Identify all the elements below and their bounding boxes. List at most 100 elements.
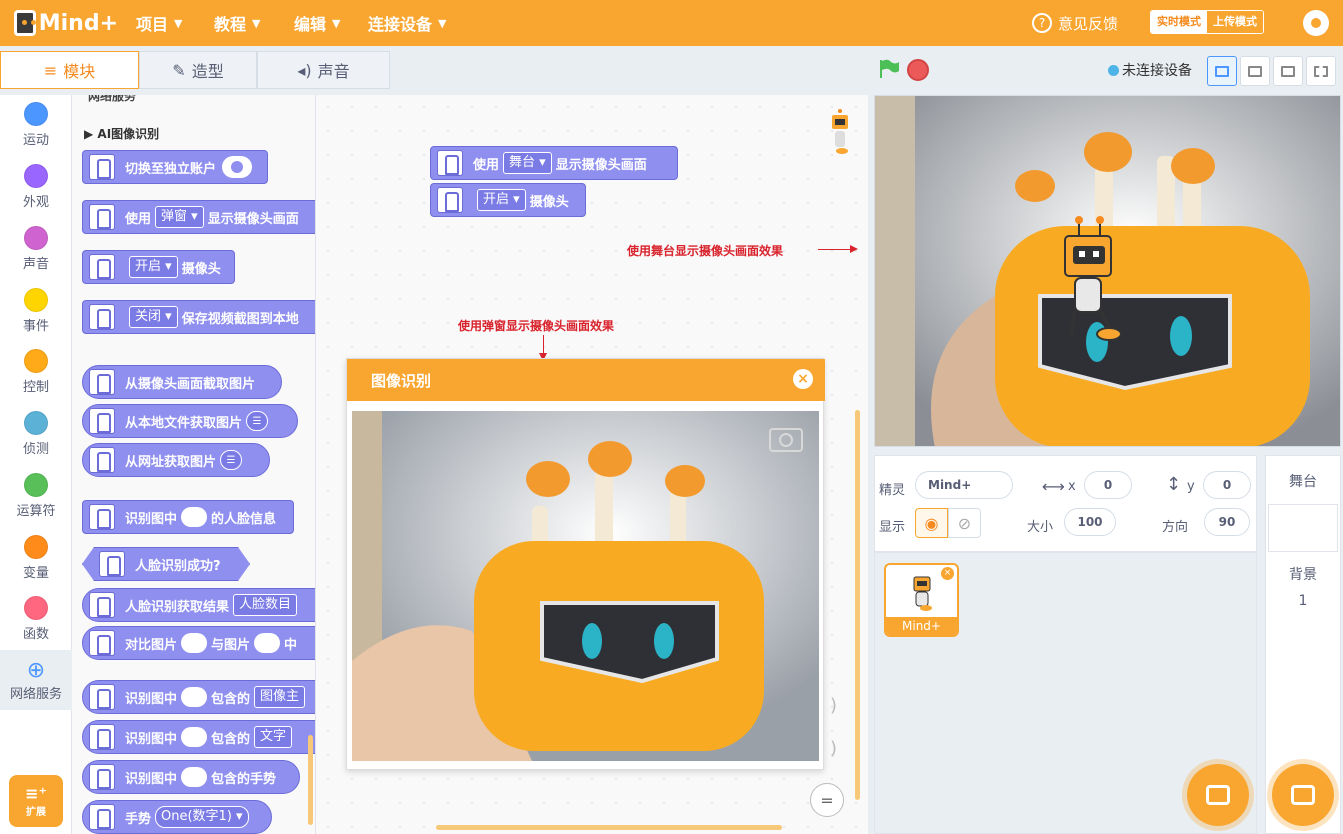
normal-stage-layout-button[interactable]: [1240, 56, 1270, 86]
category-operators[interactable]: 运算符: [0, 473, 72, 519]
hide-eye-icon[interactable]: ⊘: [948, 508, 981, 538]
mode-switch[interactable]: 实时模式 上传模式: [1150, 10, 1264, 34]
stop-icon[interactable]: [907, 59, 929, 81]
menu-tutorial[interactable]: 教程 ▼: [214, 0, 260, 46]
dropdown-face-count[interactable]: 人脸数目: [233, 594, 298, 616]
sprite-name-input[interactable]: Mind+: [915, 471, 1013, 499]
image-input-slot[interactable]: [181, 727, 208, 747]
extensions-button[interactable]: ≡⁺ 扩展: [9, 775, 63, 827]
block-from-url[interactable]: 从网址获取图片 ☰: [82, 443, 270, 477]
sprite-thumbnail[interactable]: × Mind+: [884, 563, 959, 637]
camera-snapshot-icon[interactable]: [770, 429, 802, 451]
category-dot-icon: [24, 473, 48, 497]
category-network-services[interactable]: ⊕ 网络服务: [0, 650, 72, 710]
workspace-block-open-camera[interactable]: 开启 ▾ 摄像头: [430, 183, 586, 217]
show-eye-icon[interactable]: ◉: [915, 508, 948, 538]
image-input-slot[interactable]: [181, 687, 208, 707]
layout-small-icon: [1215, 65, 1229, 77]
block-capture-from-camera[interactable]: 从摄像头画面截取图片: [82, 365, 282, 399]
stage-thumbnail[interactable]: [1268, 504, 1338, 552]
zoom-reset-button[interactable]: =: [810, 783, 844, 817]
block-face-success[interactable]: 人脸识别成功?: [82, 547, 250, 581]
mind-plus-logo[interactable]: Mind+: [14, 6, 118, 40]
category-motion[interactable]: 运动: [0, 102, 72, 148]
delete-sprite-icon[interactable]: ×: [941, 567, 954, 580]
workspace-block-show-camera-stage[interactable]: 使用 舞台 ▾ 显示摄像头画面: [430, 146, 678, 180]
popup-title: 图像识别: [347, 359, 825, 401]
backdrop-count: 1: [1298, 593, 1308, 609]
category-sound[interactable]: 声音: [0, 226, 72, 272]
block-recognize-text[interactable]: 识别图中 包含的 文字: [82, 720, 315, 754]
workspace-horizontal-scrollbar[interactable]: [436, 825, 782, 830]
realtime-mode-button[interactable]: 实时模式: [1151, 11, 1207, 33]
green-flag-icon[interactable]: [878, 58, 900, 80]
category-control[interactable]: 控制: [0, 349, 72, 395]
image-input-slot[interactable]: [254, 633, 281, 653]
dropdown-open[interactable]: 开启 ▾: [129, 256, 178, 278]
small-stage-layout-button[interactable]: [1207, 56, 1237, 86]
blocks-icon: ≡: [43, 60, 58, 80]
add-sprite-button[interactable]: [1187, 764, 1249, 826]
palette-scrollbar[interactable]: [308, 735, 313, 825]
category-events[interactable]: 事件: [0, 288, 72, 334]
feedback-link[interactable]: ? 意见反馈: [1032, 0, 1118, 46]
category-functions[interactable]: 函数: [0, 596, 72, 642]
block-save-snapshot[interactable]: 关闭 ▾ 保存视频截图到本地: [82, 300, 315, 334]
fullscreen-button[interactable]: [1306, 56, 1336, 86]
palette-subsection-ai-image[interactable]: ▶ AI图像识别: [84, 125, 159, 142]
dropdown-gesture[interactable]: One(数字1) ▾: [155, 806, 249, 828]
block-compare-images[interactable]: 对比图片 与图片中: [82, 626, 315, 660]
workspace-vertical-scrollbar[interactable]: [855, 410, 860, 800]
direction-input[interactable]: 90: [1204, 508, 1250, 536]
upload-mode-button[interactable]: 上传模式: [1207, 11, 1263, 33]
add-backdrop-button[interactable]: [1272, 764, 1334, 826]
x-label: x: [1068, 479, 1076, 494]
connection-status: 未连接设备: [1108, 58, 1192, 82]
menu-edit[interactable]: 编辑 ▼: [294, 0, 340, 46]
category-variables[interactable]: 变量: [0, 535, 72, 581]
tab-sounds[interactable]: ◂) 声音: [257, 51, 390, 89]
size-input[interactable]: 100: [1064, 508, 1116, 536]
close-icon[interactable]: ×: [793, 369, 813, 389]
x-position-input[interactable]: 0: [1084, 471, 1132, 499]
status-dot-icon: [1108, 64, 1119, 76]
block-open-camera[interactable]: 开启 ▾ 摄像头: [82, 250, 235, 284]
dropdown-display[interactable]: 弹窗 ▾: [155, 206, 204, 228]
block-face-result[interactable]: 人脸识别获取结果 人脸数目: [82, 588, 315, 622]
block-show-camera-popup[interactable]: 使用 弹窗 ▾ 显示摄像头画面: [82, 200, 315, 234]
tab-costumes[interactable]: ✎ 造型: [139, 51, 257, 89]
arrow-right-icon: [818, 245, 858, 253]
category-dot-icon: [24, 411, 48, 435]
image-input-slot[interactable]: [181, 633, 208, 653]
menu-project[interactable]: 项目 ▼: [136, 0, 182, 46]
image-input-slot[interactable]: [181, 767, 208, 787]
settings-gear-icon[interactable]: [1303, 10, 1329, 36]
y-position-input[interactable]: 0: [1203, 471, 1251, 499]
block-gesture[interactable]: 手势 One(数字1) ▾: [82, 800, 272, 834]
image-input-slot[interactable]: [181, 507, 208, 527]
block-recognize-face-info[interactable]: 识别图中 的人脸信息: [82, 500, 294, 534]
stage-title: 舞台: [1289, 474, 1317, 490]
block-recognize-gesture[interactable]: 识别图中 包含的手势: [82, 760, 300, 794]
camera-extension-icon: [89, 369, 115, 395]
block-recognize-image-main[interactable]: 识别图中 包含的 图像主: [82, 680, 315, 714]
zoom-in-icon[interactable]: ): [830, 695, 837, 716]
tab-blocks[interactable]: ≡ 模块: [0, 51, 139, 89]
sprite-label: 精灵: [879, 483, 906, 498]
zoom-out-icon[interactable]: ): [830, 738, 837, 759]
dropdown-image-type[interactable]: 图像主: [254, 686, 306, 708]
block-from-local-file[interactable]: 从本地文件获取图片 ☰: [82, 404, 298, 438]
category-sensing[interactable]: 侦测: [0, 411, 72, 457]
camera-extension-icon: [89, 254, 115, 280]
dropdown-display[interactable]: 舞台 ▾: [503, 152, 552, 174]
large-stage-layout-button[interactable]: [1273, 56, 1303, 86]
dropdown-open[interactable]: 开启 ▾: [477, 189, 526, 211]
block-switch-account[interactable]: 切换至独立账户: [82, 150, 268, 184]
camera-extension-icon: [89, 304, 115, 330]
backdrop-label: 背景: [1289, 567, 1317, 583]
dropdown-text[interactable]: 文字: [254, 726, 293, 748]
menu-connect-device[interactable]: 连接设备 ▼: [368, 0, 446, 46]
stage-canvas[interactable]: [874, 95, 1341, 447]
dropdown-close[interactable]: 关闭 ▾: [129, 306, 178, 328]
category-looks[interactable]: 外观: [0, 164, 72, 210]
